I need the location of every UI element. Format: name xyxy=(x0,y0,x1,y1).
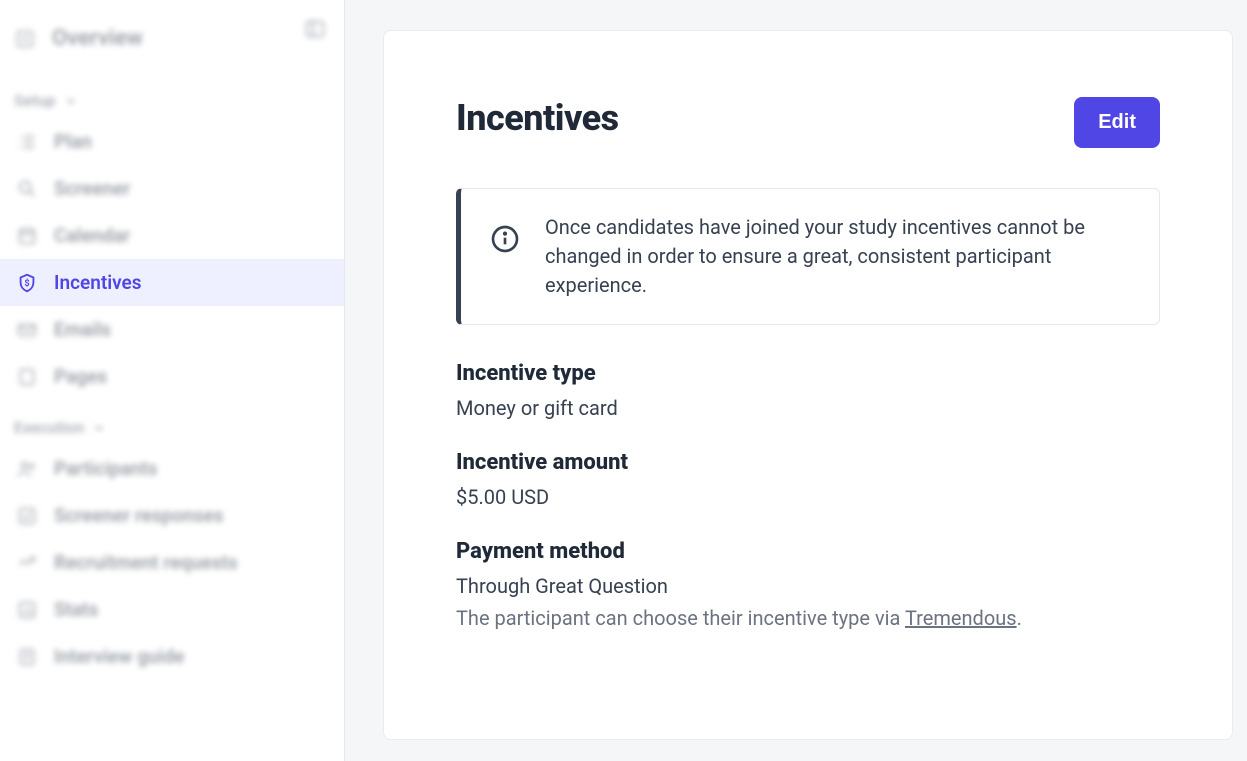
incentive-shield-icon: $ xyxy=(16,272,38,294)
stats-icon xyxy=(16,599,38,621)
sidebar-heading-execution[interactable]: Execution xyxy=(0,400,344,445)
card-header: Incentives Edit xyxy=(456,97,1160,148)
sidebar-heading-label: Setup xyxy=(14,91,56,110)
sidebar-item-label: Screener xyxy=(54,177,130,200)
field-payment-method: Payment method Through Great Question Th… xyxy=(456,539,1160,630)
field-value: Money or gift card xyxy=(456,396,1160,420)
page-title: Incentives xyxy=(456,97,619,139)
info-text: Once candidates have joined your study i… xyxy=(545,213,1131,300)
incentives-card: Incentives Edit Once candidates have joi… xyxy=(383,30,1233,740)
sidebar-item-screener-responses[interactable]: Screener responses xyxy=(0,492,344,539)
overview-icon xyxy=(14,28,36,50)
sidebar-item-overview[interactable]: Overview xyxy=(0,10,344,73)
sidebar-item-label: Participants xyxy=(54,457,157,480)
chevron-down-icon xyxy=(64,94,78,108)
sidebar-item-label: Interview guide xyxy=(54,645,184,668)
main-content: Incentives Edit Once candidates have joi… xyxy=(345,0,1247,761)
field-incentive-amount: Incentive amount $5.00 USD xyxy=(456,450,1160,509)
sidebar-item-label: Pages xyxy=(54,365,107,388)
svg-text:$: $ xyxy=(24,277,29,288)
list-icon xyxy=(16,131,38,153)
mail-icon xyxy=(16,319,38,341)
field-value: $5.00 USD xyxy=(456,485,1160,509)
field-label: Incentive type xyxy=(456,361,1160,386)
tremendous-link[interactable]: Tremendous xyxy=(905,606,1017,630)
payment-method-hint: The participant can choose their incenti… xyxy=(456,606,1160,630)
chevron-down-icon xyxy=(92,421,106,435)
sidebar-heading-setup[interactable]: Setup xyxy=(0,73,344,118)
edit-button[interactable]: Edit xyxy=(1074,97,1160,148)
sidebar-item-screener[interactable]: Screener xyxy=(0,165,344,212)
sidebar-item-calendar[interactable]: Calendar xyxy=(0,212,344,259)
users-icon xyxy=(16,458,38,480)
calendar-icon xyxy=(16,225,38,247)
info-icon xyxy=(489,223,521,255)
sidebar-item-participants[interactable]: Participants xyxy=(0,445,344,492)
sidebar-item-incentives[interactable]: $ Incentives xyxy=(0,259,344,306)
sidebar-item-label: Calendar xyxy=(54,224,130,247)
recruitment-icon xyxy=(16,552,38,574)
sidebar-item-label: Stats xyxy=(54,598,98,621)
sidebar-item-emails[interactable]: Emails xyxy=(0,306,344,353)
sidebar-item-recruitment-requests[interactable]: Recruitment requests xyxy=(0,539,344,586)
sidebar-item-label: Emails xyxy=(54,318,111,341)
hint-suffix: . xyxy=(1017,606,1022,630)
search-icon xyxy=(16,178,38,200)
sidebar: Overview Setup Plan Screener xyxy=(0,0,345,761)
sidebar-item-label: Plan xyxy=(54,130,92,153)
field-label: Incentive amount xyxy=(456,450,1160,475)
sidebar-item-label: Incentives xyxy=(54,271,142,294)
sidebar-item-label: Screener responses xyxy=(54,504,223,527)
field-incentive-type: Incentive type Money or gift card xyxy=(456,361,1160,420)
hint-prefix: The participant can choose their incenti… xyxy=(456,606,905,630)
field-label: Payment method xyxy=(456,539,1160,564)
sidebar-item-label: Recruitment requests xyxy=(54,551,238,574)
sidebar-item-stats[interactable]: Stats xyxy=(0,586,344,633)
info-callout: Once candidates have joined your study i… xyxy=(456,188,1160,325)
sidebar-item-label: Overview xyxy=(52,26,143,51)
sidebar-item-plan[interactable]: Plan xyxy=(0,118,344,165)
page-icon xyxy=(16,366,38,388)
sidebar-heading-label: Execution xyxy=(14,418,84,437)
sidebar-item-interview-guide[interactable]: Interview guide xyxy=(0,633,344,680)
guide-icon xyxy=(16,646,38,668)
field-value: Through Great Question xyxy=(456,574,1160,598)
responses-icon xyxy=(16,505,38,527)
sidebar-item-pages[interactable]: Pages xyxy=(0,353,344,400)
